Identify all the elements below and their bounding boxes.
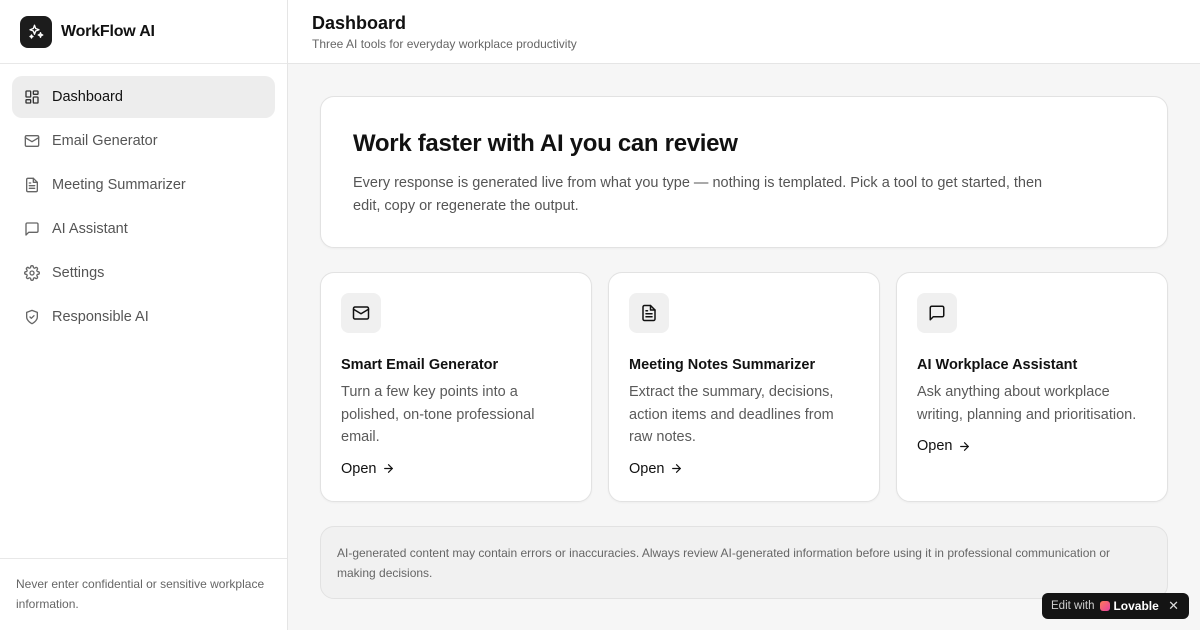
sidebar-item-settings[interactable]: Settings [12, 252, 275, 294]
lovable-brand-text: Lovable [1113, 599, 1159, 613]
open-label: Open [341, 460, 377, 477]
open-email-generator-link[interactable]: Open [341, 461, 395, 477]
hero-text: Every response is generated live from wh… [353, 175, 1043, 214]
tool-card-meeting-summarizer[interactable]: Meeting Notes Summarizer Extract the sum… [608, 272, 880, 502]
tool-card-email-generator[interactable]: Smart Email Generator Turn a few key poi… [320, 272, 592, 502]
ai-disclaimer: AI-generated content may contain errors … [320, 526, 1168, 599]
dashboard-content: Work faster with AI you can review Every… [288, 64, 1200, 599]
open-ai-assistant-link[interactable]: Open [917, 438, 971, 454]
sidebar-item-ai-assistant[interactable]: AI Assistant [12, 208, 275, 250]
sidebar-item-label: Responsible AI [52, 309, 149, 325]
sidebar-item-label: Dashboard [52, 89, 123, 105]
gear-icon [24, 265, 40, 281]
hero-card: Work faster with AI you can review Every… [320, 96, 1168, 248]
arrow-right-icon [672, 464, 682, 473]
card-description: Ask anything about workplace writing, pl… [917, 384, 1137, 423]
sidebar-item-dashboard[interactable]: Dashboard [12, 76, 275, 118]
open-label: Open [629, 460, 665, 477]
mail-icon [24, 135, 40, 147]
arrow-right-icon [384, 464, 394, 473]
message-square-icon [25, 222, 39, 236]
mail-icon [341, 293, 381, 333]
sidebar-item-email-generator[interactable]: Email Generator [12, 120, 275, 162]
hero-title: Work faster with AI you can review [353, 130, 738, 157]
shield-check-icon [26, 309, 38, 325]
sidebar-item-label: Meeting Summarizer [52, 177, 186, 193]
card-title: AI Workplace Assistant [917, 357, 1078, 373]
sidebar-item-responsible-ai[interactable]: Responsible AI [12, 296, 275, 338]
sidebar-item-meeting-summarizer[interactable]: Meeting Summarizer [12, 164, 275, 206]
file-text-icon [629, 293, 669, 333]
page-header: Dashboard Three AI tools for everyday wo… [288, 0, 1200, 64]
close-icon[interactable]: ✕ [1168, 598, 1179, 614]
badge-prefix: Edit with [1051, 600, 1095, 612]
arrow-right-icon [960, 441, 970, 451]
card-title: Smart Email Generator [341, 357, 499, 373]
edit-with-lovable-badge[interactable]: Edit with Lovable ✕ [1042, 593, 1189, 619]
file-text-icon [26, 177, 38, 193]
layout-grid-icon [25, 90, 39, 104]
lovable-heart-icon [1100, 601, 1111, 611]
brand[interactable]: WorkFlow AI [0, 0, 287, 64]
sparkles-icon [20, 15, 52, 48]
sidebar-footer-note: Never enter confidential or sensitive wo… [0, 558, 287, 630]
sidebar-item-label: AI Assistant [52, 221, 128, 237]
open-meeting-summarizer-link[interactable]: Open [629, 461, 683, 477]
tool-cards: Smart Email Generator Turn a few key poi… [320, 272, 1168, 502]
brand-name: WorkFlow AI [61, 22, 155, 40]
tool-card-ai-assistant[interactable]: AI Workplace Assistant Ask anything abou… [896, 272, 1168, 502]
page-subtitle: Three AI tools for everyday workplace pr… [312, 37, 577, 51]
sidebar-item-label: Settings [52, 265, 105, 281]
card-description: Turn a few key points into a polished, o… [341, 384, 535, 445]
open-label: Open [917, 438, 953, 454]
sidebar: WorkFlow AI Dashboard Email Generator Me… [0, 0, 288, 630]
main-area: Dashboard Three AI tools for everyday wo… [288, 0, 1200, 630]
card-title: Meeting Notes Summarizer [629, 357, 816, 373]
sidebar-nav: Dashboard Email Generator Meeting Summar… [0, 64, 287, 350]
lovable-logo: Lovable [1100, 599, 1159, 613]
page-title: Dashboard [312, 13, 407, 33]
card-description: Extract the summary, decisions, action i… [629, 384, 834, 445]
message-square-icon [917, 293, 957, 333]
sidebar-item-label: Email Generator [52, 133, 158, 149]
